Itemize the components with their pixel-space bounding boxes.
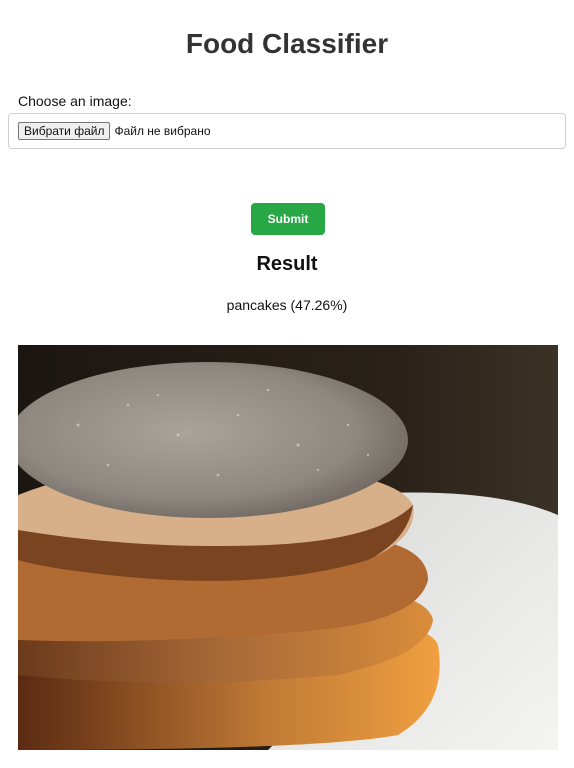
pancake-stack-photo — [18, 345, 558, 750]
page: Food Classifier Choose an image: Вибрати… — [0, 0, 574, 768]
file-status-text: Файл не вибрано — [114, 124, 211, 138]
submit-button[interactable]: Submit — [251, 203, 325, 235]
choose-file-button[interactable]: Вибрати файл — [18, 122, 111, 140]
choose-image-label: Choose an image: — [18, 93, 132, 109]
result-image — [18, 345, 558, 750]
prediction-text: pancakes (47.26%) — [226, 297, 348, 313]
file-input[interactable]: Вибрати файл Файл не вибрано — [8, 113, 566, 149]
result-heading: Result — [256, 253, 318, 275]
page-title: Food Classifier — [185, 28, 389, 59]
